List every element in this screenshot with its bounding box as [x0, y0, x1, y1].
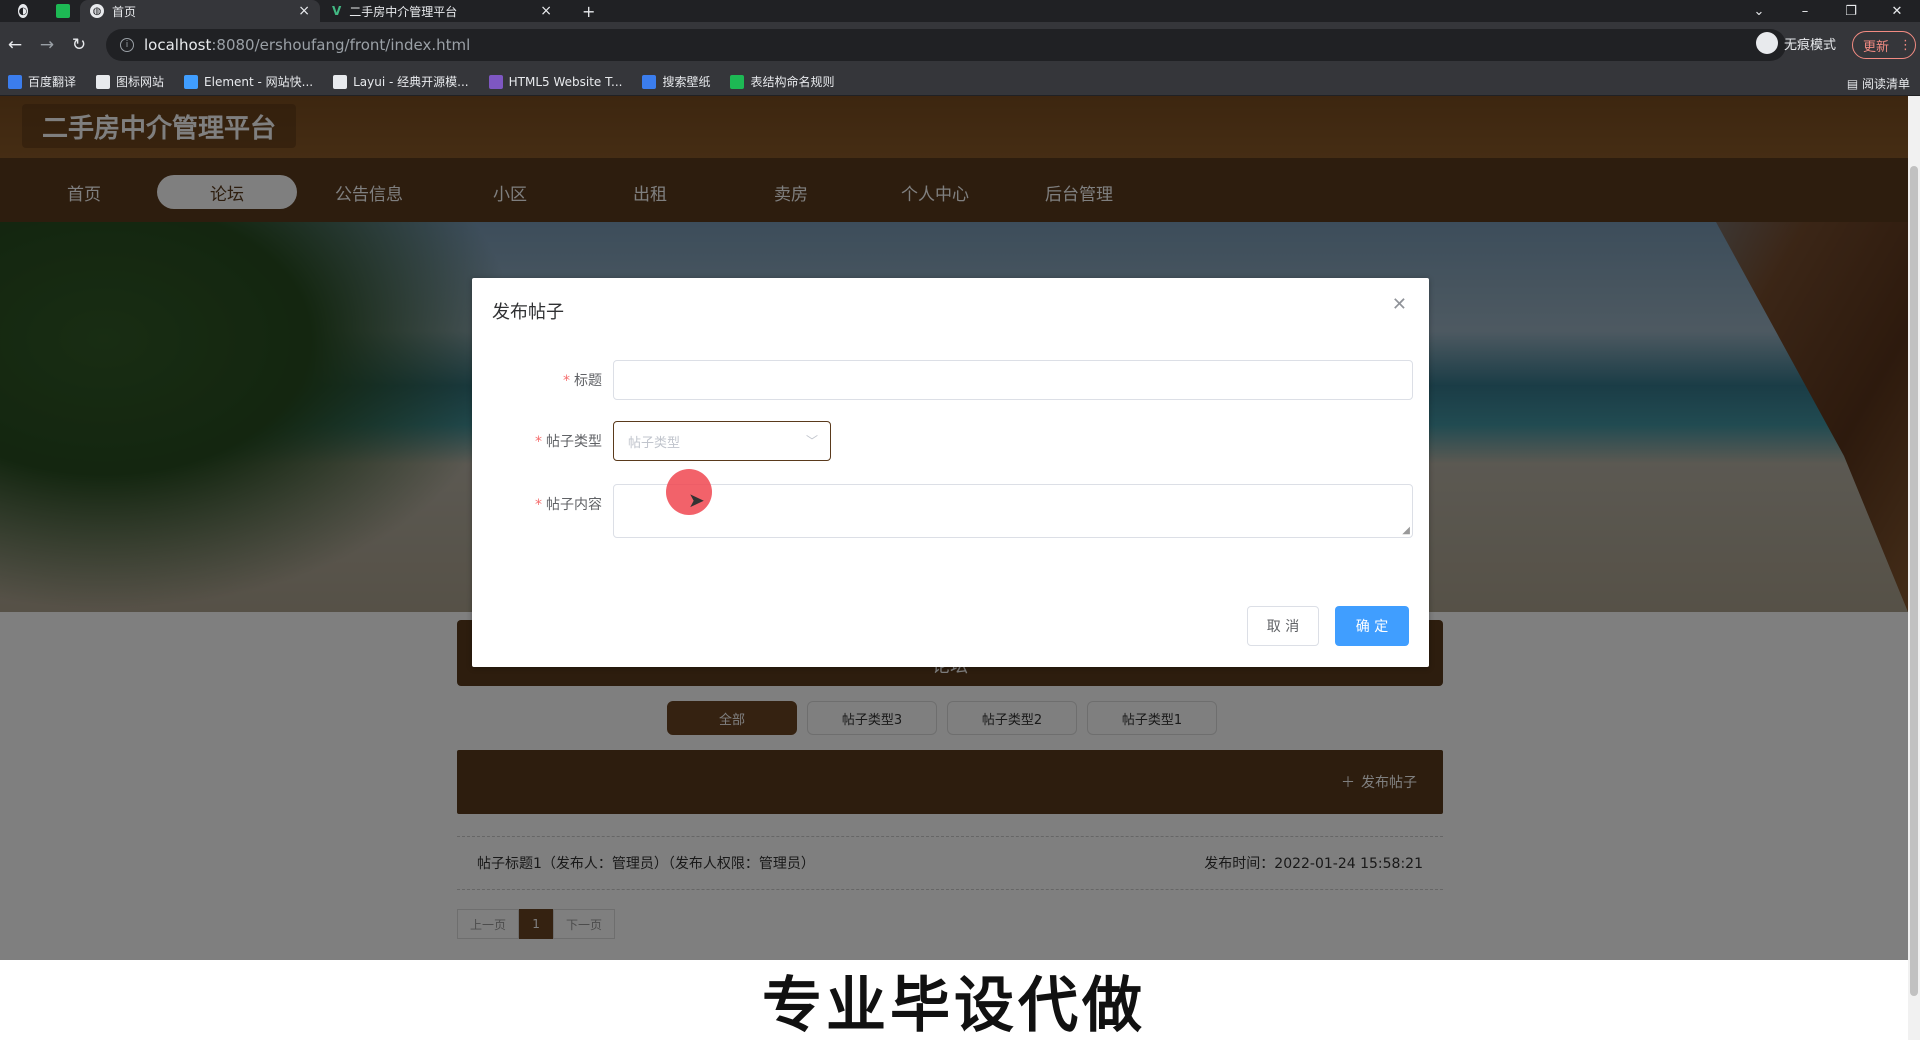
wallpaper-icon — [642, 74, 657, 89]
window-controls: ⌄ – ❐ ✕ — [1736, 0, 1920, 22]
reading-list[interactable]: ▤ 阅读清单 — [1847, 75, 1910, 92]
content-textarea[interactable]: ◢ — [613, 484, 1413, 538]
bookmark-item[interactable]: 表结构命名规则 — [730, 73, 834, 90]
html5-icon — [488, 74, 503, 89]
layui-icon — [333, 74, 348, 89]
browser-toolbar: ← → ↻ i localhost:8080/ershoufang/front/… — [0, 22, 1920, 68]
bookmark-item[interactable]: 搜索壁纸 — [642, 73, 710, 90]
update-button[interactable]: 更新 ⋮ — [1852, 31, 1916, 59]
mouse-cursor-icon: ➤ — [688, 488, 705, 512]
bookmark-label: Element - 网站快... — [204, 75, 314, 89]
required-mark: * — [563, 373, 570, 389]
bookmark-label: 图标网站 — [116, 75, 165, 89]
page-viewport: 二手房中介管理平台 首页 论坛 公告信息 小区 出租 卖房 个人中心 后台管理 … — [0, 96, 1908, 960]
new-tab-button[interactable]: + — [572, 0, 596, 22]
url-host: localhost — [144, 36, 212, 54]
close-window-icon[interactable]: ✕ — [1874, 0, 1920, 22]
page-scrollbar[interactable] — [1908, 96, 1920, 1040]
sheet-icon — [730, 74, 745, 89]
post-type-placeholder: 帖子类型 — [628, 435, 681, 451]
bookmark-item[interactable]: Element - 网站快... — [184, 73, 313, 90]
pinned-tab[interactable] — [46, 0, 80, 22]
post-type-select[interactable]: 帖子类型 ﹀ — [613, 421, 831, 461]
type-label-text: 帖子类型 — [546, 434, 602, 450]
reload-icon[interactable]: ↻ — [68, 34, 90, 56]
address-bar[interactable]: i localhost:8080/ershoufang/front/index.… — [106, 29, 1786, 61]
back-icon[interactable]: ← — [4, 34, 26, 56]
content-label: * 帖子内容 — [492, 494, 602, 514]
more-menu-icon: ⋮ — [1899, 37, 1913, 53]
required-mark: * — [535, 434, 542, 450]
browser-tab-strip: ◐ ◍ 首页 × V 二手房中介管理平台 × + ⌄ – ❐ ✕ — [0, 0, 1920, 22]
bookmark-label: 表结构命名规则 — [750, 75, 835, 89]
resize-grip-icon[interactable]: ◢ — [1402, 525, 1410, 536]
dialog-title: 发布帖子 — [492, 302, 564, 323]
content-label-text: 帖子内容 — [546, 497, 602, 513]
title-label-text: 标题 — [574, 373, 602, 389]
incognito-icon — [1756, 32, 1778, 54]
bookmark-item[interactable]: Layui - 经典开源模... — [333, 73, 469, 90]
required-mark: * — [535, 497, 542, 513]
title-input[interactable] — [613, 360, 1413, 400]
reading-list-label: 阅读清单 — [1861, 77, 1910, 91]
scrollbar-thumb[interactable] — [1910, 166, 1918, 996]
tab-label: 二手房中介管理平台 — [349, 4, 458, 19]
element-icon — [184, 74, 199, 89]
close-icon[interactable]: ✕ — [1392, 294, 1407, 315]
watermark-caption: 专业毕设代做 — [0, 960, 1908, 1040]
browser-menu-icon[interactable]: ◐ — [8, 0, 38, 22]
vue-icon: V — [332, 4, 342, 18]
tab-close-icon[interactable]: × — [540, 3, 552, 19]
globe-icon: ◍ — [90, 4, 104, 18]
bookmarks-bar: 百度翻译 图标网站 Element - 网站快... Layui - 经典开源模… — [0, 68, 1920, 96]
reading-list-icon: ▤ — [1846, 77, 1862, 91]
bookmark-item[interactable]: 百度翻译 — [8, 73, 76, 90]
forward-icon[interactable]: → — [36, 34, 58, 56]
tab-home[interactable]: ◍ 首页 × — [80, 0, 320, 22]
title-label: * 标题 — [492, 370, 602, 390]
site-info-icon[interactable]: i — [120, 38, 134, 52]
bookmark-label: 搜索壁纸 — [662, 75, 711, 89]
confirm-button[interactable]: 确 定 — [1335, 606, 1409, 646]
cancel-button[interactable]: 取 消 — [1247, 606, 1319, 646]
minimize-icon[interactable]: – — [1782, 0, 1828, 22]
incognito-indicator[interactable]: 无痕模式 — [1756, 32, 1836, 54]
chevron-down-icon: ﹀ — [805, 434, 818, 448]
bookmark-label: 百度翻译 — [28, 75, 77, 89]
flag-icon — [96, 74, 111, 89]
bookmark-label: Layui - 经典开源模... — [353, 75, 469, 89]
restore-icon[interactable]: ❐ — [1828, 0, 1874, 22]
translate-icon — [8, 74, 22, 89]
bookmark-item[interactable]: HTML5 Website T... — [488, 74, 623, 89]
update-label: 更新 — [1863, 39, 1890, 55]
url-path: :8080/ershoufang/front/index.html — [211, 36, 471, 54]
publish-post-dialog: 发布帖子 ✕ * 标题 * 帖子类型 帖子类型 ﹀ * 帖子内容 ◢ 取 消 确 定 — [472, 278, 1429, 667]
tab-platform[interactable]: V 二手房中介管理平台 × — [322, 0, 562, 22]
bookmark-item[interactable]: 图标网站 — [96, 73, 164, 90]
incognito-label: 无痕模式 — [1784, 37, 1837, 53]
type-label: * 帖子类型 — [492, 431, 602, 451]
plus-icon: + — [582, 1, 596, 21]
tab-label: 首页 — [112, 4, 137, 19]
bookmark-label: HTML5 Website T... — [508, 74, 623, 89]
tab-close-icon[interactable]: × — [298, 3, 310, 19]
tab-search-icon[interactable]: ⌄ — [1736, 0, 1782, 22]
